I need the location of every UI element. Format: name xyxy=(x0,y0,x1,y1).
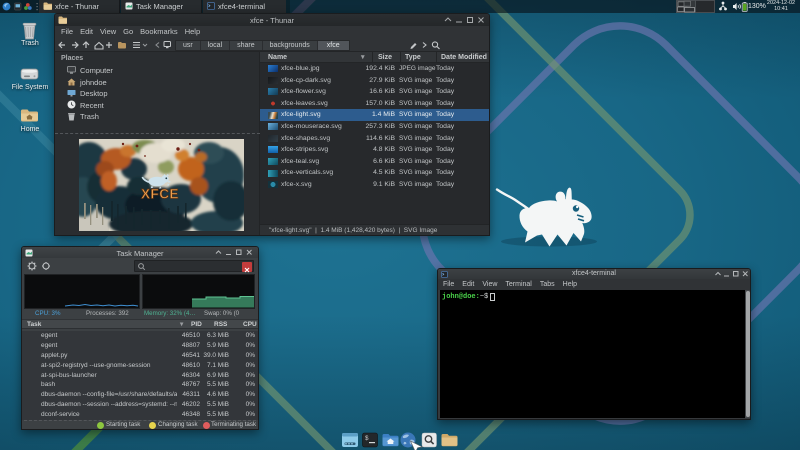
svg-text:$: $ xyxy=(365,435,369,442)
svg-text:XFCE: XFCE xyxy=(141,187,179,202)
